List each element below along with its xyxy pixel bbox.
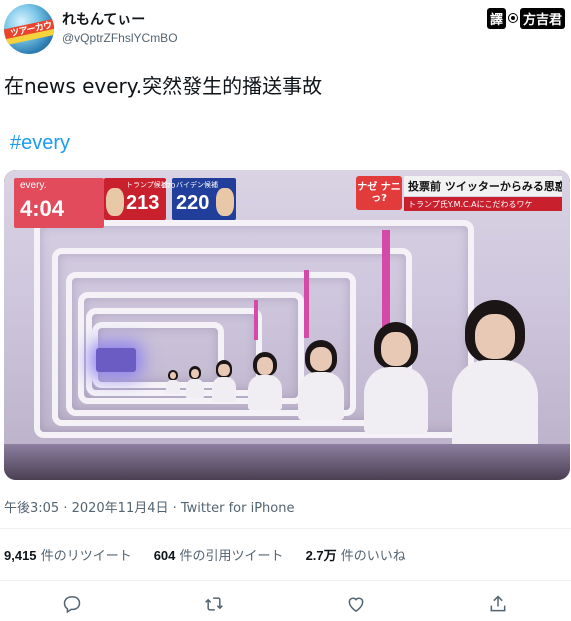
watermark: 譯 方吉君 bbox=[486, 6, 565, 30]
divider bbox=[0, 580, 571, 581]
divider bbox=[0, 528, 571, 529]
avatar[interactable]: ツアーカウ bbox=[4, 4, 54, 54]
news-banner: ナゼ ナニっ? 投票前 ツイッターからみる思惑 トランプ氏Y.M.C.Aにこだわ… bbox=[356, 176, 562, 216]
retweets-stat[interactable]: 9,415 件のリツイート bbox=[4, 545, 132, 565]
biden-score: 270 バイデン候補 220 bbox=[162, 178, 236, 220]
program-clock: every. 4:04 bbox=[14, 178, 104, 228]
tweet-actions bbox=[0, 590, 571, 618]
tweet-text: 在news every.突然發生的播送事故 bbox=[4, 74, 323, 98]
likes-stat[interactable]: 2.7万 件のいいね bbox=[306, 545, 406, 565]
user-handle[interactable]: @vQptrZFhslYCmBO bbox=[62, 31, 178, 45]
share-icon[interactable] bbox=[486, 592, 510, 616]
quotes-stat[interactable]: 604 件の引用ツイート bbox=[154, 545, 284, 565]
tweet-stats: 9,415 件のリツイート 604 件の引用ツイート 2.7万 件のいいね bbox=[4, 545, 406, 565]
hashtag-link[interactable]: #every bbox=[10, 132, 70, 155]
like-icon[interactable] bbox=[344, 592, 368, 616]
tweet-header: ツアーカウ れもんてぃー @vQptrZFhslYCmBO 譯 方吉君 bbox=[0, 0, 571, 56]
retweet-icon[interactable] bbox=[202, 592, 226, 616]
tweet-timestamp[interactable]: 午後3:05 · 2020年11月4日 · Twitter for iPhone bbox=[4, 497, 294, 516]
tweet-media-image[interactable]: every. 4:04 トランプ候補 213 270 バイデン候補 220 ナゼ… bbox=[4, 170, 570, 480]
display-name[interactable]: れもんてぃー bbox=[62, 9, 145, 29]
reply-icon[interactable] bbox=[60, 592, 84, 616]
trump-score: トランプ候補 213 bbox=[104, 178, 168, 220]
